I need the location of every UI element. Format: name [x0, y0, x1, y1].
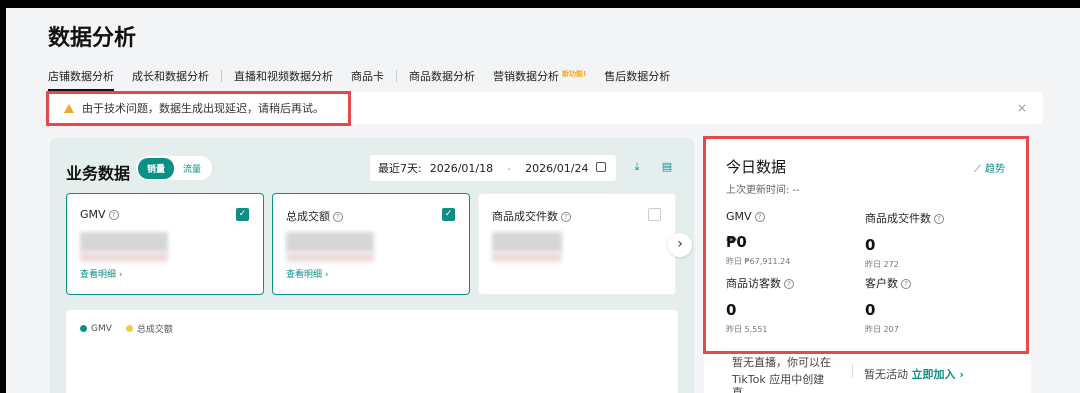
stat-yesterday: 昨日 207 — [865, 325, 899, 334]
tab-divider — [396, 70, 397, 82]
blurred-value — [80, 232, 168, 252]
close-icon[interactable]: × — [1017, 101, 1027, 115]
bottom-info-strip: 暂无直播，你可以在 TikTok 应用中创建直... 暂无活动 立即加入 › — [704, 356, 1031, 393]
tab-product-analysis[interactable]: 商品数据分析 — [409, 68, 475, 84]
trend-label: 趋势 — [985, 164, 1005, 175]
live-info-line1: 暂无直播，你可以在 — [732, 356, 831, 369]
next-arrow-button[interactable]: › — [668, 233, 692, 257]
stat-gmv: GMV? ₱0 昨日 ₱67,911.24 — [726, 210, 866, 267]
report-icon[interactable]: ▤ — [661, 161, 673, 173]
live-info: 暂无直播，你可以在 TikTok 应用中创建直... — [732, 356, 844, 393]
checkbox-checked[interactable]: ✓ — [236, 208, 249, 221]
metric-label: 总成交额 — [286, 210, 330, 223]
blurred-value — [492, 232, 562, 252]
last-updated-text: 上次更新时间: -- — [726, 185, 800, 196]
today-data-title: 今日数据 — [726, 158, 787, 176]
view-details-link[interactable]: 查看明细 › — [80, 267, 122, 280]
today-data-panel: 今日数据 上次更新时间: -- ⟋ 趋势 GMV? ₱0 昨日 ₱67,911.2… — [704, 138, 1031, 356]
page: 数据分析 店铺数据分析 成长和数据分析 直播和视频数据分析 商品卡 商品数据分析… — [6, 8, 1080, 393]
help-icon[interactable]: ? — [108, 210, 119, 220]
blurred-subvalue — [286, 252, 374, 262]
legend-gmv: GMV — [91, 323, 112, 334]
tab-marketing-analysis[interactable]: 营销数据分析 新功能! — [493, 68, 586, 84]
tab-bar: 店铺数据分析 成长和数据分析 直播和视频数据分析 商品卡 商品数据分析 营销数据… — [48, 64, 670, 91]
toggle-traffic[interactable]: 流量 — [174, 158, 210, 179]
alert-text: 由于技术问题，数据生成出现延迟，请稍后再试。 — [82, 102, 324, 115]
divider — [852, 364, 853, 378]
metric-label: 商品成交件数 — [492, 210, 558, 223]
stat-value: 0 — [726, 301, 737, 319]
help-icon[interactable]: ? — [784, 279, 794, 289]
stat-yesterday: 昨日 ₱67,911.24 — [726, 257, 791, 266]
chart-legend: GMV 总成交额 — [80, 322, 173, 335]
new-feature-badge: 新功能! — [562, 70, 587, 78]
view-details-link[interactable]: 查看明细 › — [286, 267, 328, 280]
legend-dot-total-sales — [125, 325, 133, 332]
blurred-value — [286, 232, 374, 252]
date-start: 2026/01/18 — [429, 161, 494, 175]
trend-link[interactable]: ⟋ 趋势 — [974, 160, 1005, 175]
metric-type-toggle: 销量 流量 — [136, 156, 213, 180]
blurred-subvalue — [80, 252, 168, 262]
tab-product-card[interactable]: 商品卡 — [351, 68, 384, 84]
legend-total-sales: 总成交额 — [136, 325, 173, 335]
warning-icon — [64, 103, 74, 113]
page-title: 数据分析 — [48, 26, 137, 51]
help-icon[interactable]: ? — [561, 212, 571, 222]
chart-area: GMV 总成交额 — [66, 310, 678, 393]
stat-label: 商品访客数 — [726, 277, 781, 290]
blurred-subvalue — [492, 252, 562, 262]
help-icon[interactable]: ? — [934, 214, 944, 224]
toggle-sales[interactable]: 销量 — [138, 157, 175, 179]
tab-growth-analysis[interactable]: 成长和数据分析 — [132, 68, 209, 84]
metric-card-total-sales[interactable]: 总成交额? ✓ 查看明细 › — [272, 193, 470, 295]
stat-yesterday: 昨日 272 — [865, 260, 899, 269]
metric-card-units-sold[interactable]: 商品成交件数? — [478, 193, 676, 295]
no-activity-text: 暂无活动 — [864, 368, 908, 381]
business-data-card: 业务数据 销量 流量 最近7天: 2026/01/18 - 2026/01/24… — [50, 138, 694, 393]
alert-banner: 由于技术问题，数据生成出现延迟，请稍后再试。 × — [50, 92, 1043, 124]
help-icon[interactable]: ? — [901, 279, 911, 289]
date-separator: - — [507, 161, 512, 175]
live-info-line2: TikTok 应用中创建直... — [732, 373, 825, 393]
stat-label: GMV — [726, 210, 752, 223]
calendar-icon — [596, 162, 606, 172]
join-now-link[interactable]: 立即加入 › — [912, 368, 964, 381]
stat-product-visitors: 商品访客数? 0 昨日 5,551 — [726, 275, 866, 335]
business-data-title: 业务数据 — [66, 164, 131, 183]
tab-live-video-analysis[interactable]: 直播和视频数据分析 — [234, 68, 333, 84]
date-end: 2026/01/24 — [525, 161, 589, 175]
help-icon[interactable]: ? — [754, 212, 765, 222]
stat-value: ₱0 — [726, 233, 747, 251]
stat-yesterday: 昨日 5,551 — [726, 325, 768, 334]
help-icon[interactable]: ? — [333, 212, 343, 222]
date-range-picker[interactable]: 最近7天: 2026/01/18 - 2026/01/24 — [370, 155, 616, 181]
checkbox-unchecked[interactable] — [648, 208, 661, 221]
stat-customers: 客户数? 0 昨日 207 — [865, 275, 1005, 335]
trend-chart-icon: ⟋ — [974, 164, 981, 175]
stat-value: 0 — [865, 301, 876, 319]
stat-units-sold: 商品成交件数? 0 昨日 272 — [865, 210, 1005, 270]
metric-card-gmv[interactable]: GMV? ✓ 查看明细 › — [66, 193, 264, 295]
activity-info: 暂无活动 立即加入 › — [864, 366, 964, 382]
stat-value: 0 — [865, 236, 876, 254]
stat-label: 客户数 — [865, 277, 898, 290]
download-icon[interactable]: ⤓ — [631, 161, 643, 173]
date-range-label: 最近7天: — [378, 162, 422, 175]
legend-dot-gmv — [80, 325, 87, 332]
tab-store-analysis[interactable]: 店铺数据分析 — [48, 68, 114, 91]
stat-label: 商品成交件数 — [865, 212, 931, 225]
tab-marketing-label: 营销数据分析 — [493, 70, 559, 83]
metric-label: GMV — [80, 208, 106, 221]
checkbox-checked[interactable]: ✓ — [442, 208, 455, 221]
tab-after-sales-analysis[interactable]: 售后数据分析 — [604, 68, 670, 84]
tab-divider — [221, 70, 222, 82]
